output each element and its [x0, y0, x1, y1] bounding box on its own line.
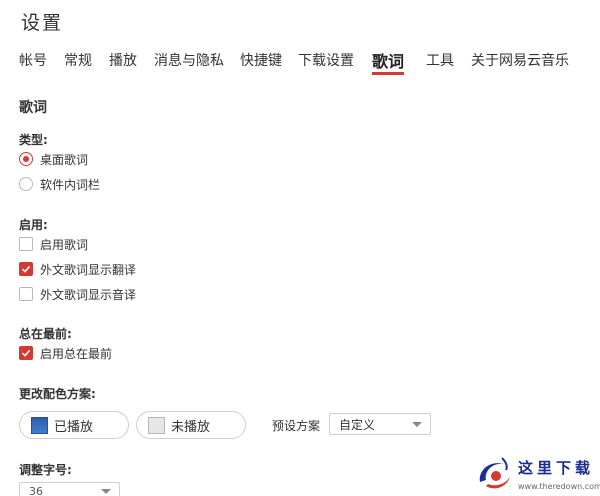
unplayed-color-button[interactable]: 未播放: [136, 411, 246, 439]
radio-selected-icon: [19, 152, 33, 166]
checkbox-show-transliteration[interactable]: 外文歌词显示音译: [19, 286, 136, 302]
radio-empty-icon: [19, 177, 33, 191]
enable-label: 启用:: [19, 218, 48, 232]
watermark-logo-icon: [479, 457, 510, 489]
played-color-button[interactable]: 已播放: [19, 411, 129, 439]
radio-in-app-lyrics-bar[interactable]: 软件内词栏: [19, 176, 100, 192]
unplayed-color-label: 未播放: [171, 419, 211, 435]
settings-tabs: 帐号 常规 播放 消息与隐私 快捷键 下载设置 歌词 工具 关于网易云音乐: [0, 50, 600, 78]
radio-label: 桌面歌词: [40, 152, 89, 167]
watermark: 这里下载 www.theredown.com: [466, 452, 600, 496]
chevron-down-icon: [412, 422, 422, 427]
watermark-text: 这里下载: [518, 459, 595, 477]
radio-label: 软件内词栏: [40, 177, 101, 192]
tab-messages-privacy[interactable]: 消息与隐私: [154, 50, 224, 70]
checkbox-label: 启用总在最前: [40, 346, 113, 361]
checkmark-icon: [19, 262, 33, 276]
font-size-select[interactable]: 36: [19, 482, 120, 496]
checkmark-icon: [19, 346, 33, 360]
tab-shortcuts[interactable]: 快捷键: [240, 50, 282, 70]
tab-account[interactable]: 帐号: [19, 50, 47, 70]
always-on-top-label: 总在最前:: [19, 327, 72, 341]
played-color-label: 已播放: [54, 419, 94, 435]
checkbox-empty-icon: [19, 237, 33, 251]
unplayed-color-swatch: [148, 416, 165, 434]
preset-label: 预设方案: [272, 419, 321, 433]
radio-desktop-lyrics[interactable]: 桌面歌词: [19, 151, 88, 167]
tab-tools[interactable]: 工具: [426, 50, 454, 70]
watermark-url: www.theredown.com: [518, 482, 600, 491]
checkbox-enable-lyrics[interactable]: 启用歌词: [19, 236, 88, 252]
tab-playback[interactable]: 播放: [109, 50, 137, 70]
section-title: 歌词: [19, 100, 47, 116]
tab-lyrics[interactable]: 歌词: [372, 48, 405, 75]
checkbox-show-translation[interactable]: 外文歌词显示翻译: [19, 261, 136, 277]
tab-general[interactable]: 常规: [64, 50, 92, 70]
checkbox-label: 启用歌词: [40, 237, 89, 252]
checkbox-label: 外文歌词显示音译: [40, 287, 137, 302]
tab-download-settings[interactable]: 下载设置: [298, 50, 354, 70]
font-size-select-value: 36: [29, 485, 43, 496]
checkbox-label: 外文歌词显示翻译: [40, 262, 137, 277]
preset-select-value: 自定义: [339, 417, 376, 432]
checkbox-empty-icon: [19, 287, 33, 301]
color-scheme-label: 更改配色方案:: [19, 387, 96, 401]
played-color-swatch: [31, 416, 48, 434]
chevron-down-icon: [101, 489, 111, 494]
type-label: 类型:: [19, 133, 48, 147]
tab-about[interactable]: 关于网易云音乐: [471, 50, 569, 70]
font-size-label: 调整字号:: [19, 463, 72, 477]
page-title: 设置: [21, 12, 64, 34]
preset-select[interactable]: 自定义: [329, 413, 431, 435]
checkbox-always-on-top[interactable]: 启用总在最前: [19, 345, 112, 361]
